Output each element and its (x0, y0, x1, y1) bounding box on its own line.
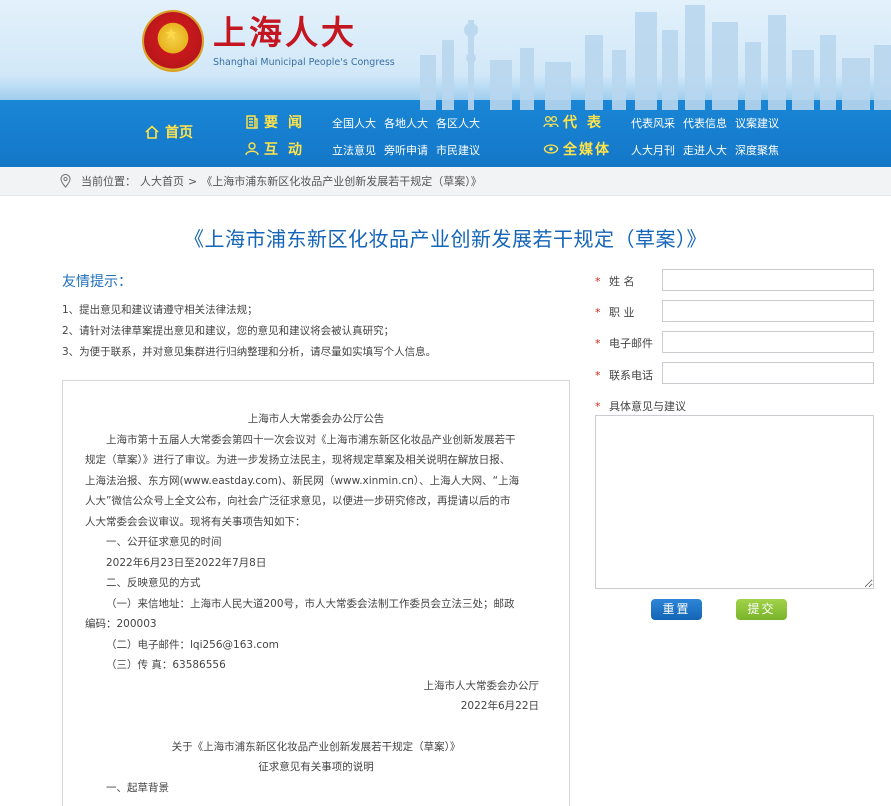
notice-body-line: 人大”微信公众号上全文公布，向社会广泛征求意见，以便进一步研究修改，再提请以后的… (85, 495, 511, 507)
email-input[interactable] (662, 331, 874, 353)
nav-home-link[interactable]: 首页 (144, 122, 193, 142)
breadcrumb-prefix: 当前位置： (81, 175, 136, 188)
nav-link-pangting[interactable]: 旁听申请 (384, 142, 428, 158)
tips-heading: 友情提示： (62, 274, 132, 290)
notice-content-box[interactable]: 上海市人大常委会办公厅公告 上海市第十五届人大常委会第四十一次会议对《上海市浦东… (62, 380, 570, 806)
tips-item: 1、提出意见和建议请遵守相关法律法规； (62, 304, 258, 316)
email-label: 电子邮件 (609, 337, 653, 350)
city-skyline-image (420, 5, 891, 110)
interaction-icon (245, 142, 259, 156)
notice-section1-heading: 一、公开征求意见的时间 (106, 536, 222, 548)
email-field-row: * 电子邮件 (595, 335, 661, 351)
opinion-label: 具体意见与建议 (609, 400, 686, 413)
nav-daibiao-links: 代表风采 代表信息 议案建议 (631, 115, 779, 131)
site-header: ★ 上海人大 Shanghai Municipal People's Congr… (0, 0, 891, 167)
reset-button[interactable]: 重置 (651, 599, 702, 620)
phone-label: 联系电话 (609, 369, 653, 382)
nav-link-fengcai[interactable]: 代表风采 (631, 115, 675, 131)
notice-mail-line: （一）来信地址：上海市人民大道200号，市人大常委会法制工作委员会立法三处；邮政 (106, 597, 515, 610)
nav-link-shimin[interactable]: 市民建议 (436, 142, 480, 158)
notice-section2-heading: 二、反映意见的方式 (106, 577, 201, 589)
name-label: 姓 名 (609, 275, 635, 288)
site-subtitle: Shanghai Municipal People's Congress (213, 57, 395, 68)
required-mark: * (595, 368, 601, 382)
name-input[interactable] (662, 269, 874, 291)
news-icon (246, 115, 258, 129)
nav-link-yuekan[interactable]: 人大月刊 (631, 142, 675, 158)
main-navigation: 首页 要闻 全国人大 各地人大 各区人大 互动 立法意见 旁听申请 市民建议 代… (0, 99, 891, 167)
nav-hudong-links: 立法意见 旁听申请 市民建议 (332, 142, 480, 158)
nav-link-lifa[interactable]: 立法意见 (332, 142, 376, 158)
name-field-row: * 姓 名 (595, 273, 661, 289)
notice-fax-line: （三）传 真：63586556 (106, 659, 226, 671)
breadcrumb-separator: > (188, 174, 198, 188)
breadcrumb-home-link[interactable]: 人大首页 (140, 173, 184, 189)
media-icon (543, 144, 559, 154)
nav-link-gequ[interactable]: 各区人大 (436, 115, 480, 131)
nav-link-zoujin[interactable]: 走进人大 (683, 142, 727, 158)
required-mark: * (595, 274, 601, 288)
location-pin-icon (60, 174, 71, 188)
nav-daibiao-label: 代表 (563, 115, 611, 131)
explain-title: 关于《上海市浦东新区化妆品产业创新发展若干规定（草案）》 (171, 740, 461, 753)
notice-body-line: 人大常委会会议审议。现将有关事项告知如下： (85, 515, 306, 528)
nav-quanmeiti-links: 人大月刊 走进人大 深度聚焦 (631, 142, 779, 158)
job-label: 职 业 (609, 306, 635, 319)
nav-link-gedi[interactable]: 各地人大 (384, 115, 428, 131)
nav-link-xinxi[interactable]: 代表信息 (683, 115, 727, 131)
nav-yaowen-links: 全国人大 各地人大 各区人大 (332, 115, 480, 131)
nav-hudong-label: 互动 (264, 142, 312, 158)
required-mark: * (595, 305, 601, 319)
nav-link-quanguo[interactable]: 全国人大 (332, 115, 376, 131)
site-title: 上海人大 (213, 13, 357, 52)
job-input[interactable] (662, 300, 874, 322)
tips-item: 2、请针对法律草案提出意见和建议，您的意见和建议将会被认真研究； (62, 325, 395, 337)
notice-section1-dates: 2022年6月23日至2022年7月8日 (106, 556, 267, 569)
nav-quanmeiti-label: 全媒体 (563, 142, 611, 158)
notice-title: 上海市人大常委会办公厅公告 (247, 413, 385, 425)
tips-item: 3、为便于联系，并对意见集群进行归纳整理和分析，请尽量如实填写个人信息。 (62, 346, 437, 358)
required-mark: * (595, 399, 601, 413)
notice-sign-org: 上海市人大常委会办公厅 (423, 679, 540, 692)
notice-sign-date: 2022年6月22日 (460, 700, 539, 712)
nav-home-label: 首页 (165, 125, 193, 141)
explain-subtitle: 征求意见有关事项的说明 (258, 761, 374, 773)
home-icon (145, 125, 159, 139)
notice-body-line: 上海市第十五届人大常委会第四十一次会议对《上海市浦东新区化妆品产业创新发展若干 (106, 433, 516, 446)
representatives-icon (543, 115, 559, 128)
notice-mail-line: 编码：200003 (85, 618, 157, 630)
submit-button[interactable]: 提交 (736, 599, 787, 620)
breadcrumb: 当前位置： 人大首页 > 《上海市浦东新区化妆品产业创新发展若干规定（草案）》 (0, 167, 891, 196)
notice-body-line: 上海法治报、东方网(www.eastday.com)、新民网（www.xinmi… (85, 474, 520, 487)
phone-input[interactable] (662, 362, 874, 384)
nav-link-yian[interactable]: 议案建议 (735, 115, 779, 131)
nav-yaowen-label: 要闻 (264, 115, 312, 131)
opinion-textarea[interactable] (595, 415, 874, 589)
page-title: 《上海市浦东新区化妆品产业创新发展若干规定（草案）》 (184, 227, 707, 251)
job-field-row: * 职 业 (595, 304, 661, 320)
opinion-field-row: * 具体意见与建议 (595, 398, 686, 414)
notice-email-line: （二）电子邮件：lqi256@163.com (106, 638, 279, 651)
nav-category-hudong[interactable]: 互动 (244, 139, 312, 159)
national-emblem-logo: ★ (144, 12, 202, 70)
required-mark: * (595, 336, 601, 350)
emblem-star-icon: ★ (164, 24, 179, 43)
explain-section1: 一、起草背景 (106, 781, 169, 794)
notice-body-line: 规定（草案）》进行了审议。为进一步发扬立法民主，现将规定草案及相关说明在解放日报… (85, 454, 511, 466)
nav-category-quanmeiti[interactable]: 全媒体 (543, 139, 611, 159)
notice-spacer (85, 717, 547, 737)
nav-link-shendu[interactable]: 深度聚焦 (735, 142, 779, 158)
nav-category-yaowen[interactable]: 要闻 (244, 112, 312, 132)
phone-field-row: * 联系电话 (595, 367, 661, 383)
breadcrumb-current: 《上海市浦东新区化妆品产业创新发展若干规定（草案）》 (201, 175, 482, 188)
tips-list: 1、提出意见和建议请遵守相关法律法规； 2、请针对法律草案提出意见和建议，您的意… (62, 300, 542, 363)
nav-category-daibiao[interactable]: 代表 (543, 112, 611, 132)
